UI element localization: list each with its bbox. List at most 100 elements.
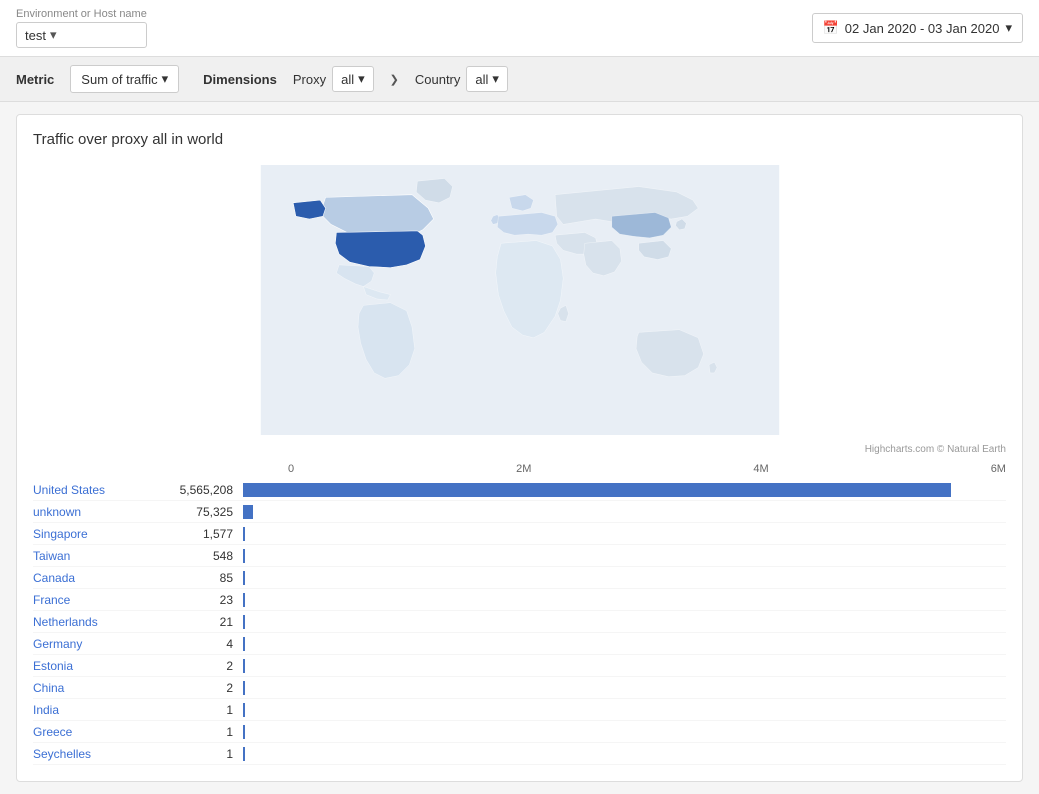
- country-link[interactable]: Germany: [33, 637, 153, 651]
- metric-label: Metric: [16, 72, 54, 87]
- bar-fill: [243, 703, 245, 717]
- country-link[interactable]: Taiwan: [33, 549, 153, 563]
- top-bar: Environment or Host name test ▾ 📅 02 Jan…: [0, 0, 1039, 57]
- bar-fill: [243, 571, 245, 585]
- chart-container: Traffic over proxy all in world: [16, 114, 1023, 782]
- table-row: Netherlands21: [33, 611, 1006, 633]
- table-row: Germany4: [33, 633, 1006, 655]
- country-link[interactable]: Estonia: [33, 659, 153, 673]
- traffic-value: 2: [153, 681, 243, 695]
- table-row: Singapore1,577: [33, 523, 1006, 545]
- chevron-down-icon: ▾: [50, 27, 57, 43]
- country-link[interactable]: Netherlands: [33, 615, 153, 629]
- date-range: 02 Jan 2020 - 03 Jan 2020: [845, 21, 1000, 36]
- bar-track: [243, 725, 1006, 739]
- axis-label-4m: 4M: [753, 463, 768, 475]
- table-row: India1: [33, 699, 1006, 721]
- chevron-right-icon: ❯: [390, 73, 399, 86]
- calendar-icon: 📅: [823, 20, 839, 36]
- toolbar: Metric Sum of traffic ▾ Dimensions Proxy…: [0, 57, 1039, 102]
- country-link[interactable]: Greece: [33, 725, 153, 739]
- traffic-value: 75,325: [153, 505, 243, 519]
- country-link[interactable]: France: [33, 593, 153, 607]
- env-section: Environment or Host name test ▾: [16, 8, 147, 48]
- traffic-value: 1: [153, 725, 243, 739]
- bar-track: [243, 659, 1006, 673]
- bar-fill: [243, 593, 245, 607]
- traffic-value: 1,577: [153, 527, 243, 541]
- bar-track: [243, 571, 1006, 585]
- traffic-value: 4: [153, 637, 243, 651]
- country-link[interactable]: Singapore: [33, 527, 153, 541]
- bar-track: [243, 703, 1006, 717]
- chart-title: Traffic over proxy all in world: [33, 131, 1006, 148]
- main-content: Traffic over proxy all in world: [0, 102, 1039, 794]
- table-row: unknown75,325: [33, 501, 1006, 523]
- traffic-value: 5,565,208: [153, 483, 243, 497]
- country-link[interactable]: United States: [33, 483, 153, 497]
- bar-fill: [243, 483, 951, 497]
- date-picker[interactable]: 📅 02 Jan 2020 - 03 Jan 2020 ▾: [812, 13, 1023, 43]
- traffic-value: 85: [153, 571, 243, 585]
- bar-track: [243, 637, 1006, 651]
- bar-fill: [243, 615, 245, 629]
- country-select[interactable]: all ▾: [466, 66, 508, 92]
- table-row: Canada85: [33, 567, 1006, 589]
- table-row: France23: [33, 589, 1006, 611]
- map-attribution: Highcharts.com © Natural Earth: [33, 444, 1006, 455]
- table-row: Estonia2: [33, 655, 1006, 677]
- bar-fill: [243, 681, 245, 695]
- chevron-down-icon: ▾: [1005, 20, 1012, 36]
- traffic-value: 548: [153, 549, 243, 563]
- bar-track: [243, 747, 1006, 761]
- country-link[interactable]: China: [33, 681, 153, 695]
- env-value: test: [25, 28, 46, 43]
- table-row: United States5,565,208: [33, 479, 1006, 501]
- table-row: Seychelles1: [33, 743, 1006, 765]
- world-map: [33, 160, 1006, 440]
- bar-fill: [243, 659, 245, 673]
- bar-fill: [243, 505, 253, 519]
- metric-value: Sum of traffic: [81, 72, 157, 87]
- bar-fill: [243, 527, 245, 541]
- bar-fill: [243, 637, 245, 651]
- traffic-value: 1: [153, 747, 243, 761]
- country-value: all: [475, 72, 488, 87]
- country-link[interactable]: Canada: [33, 571, 153, 585]
- table-row: Greece1: [33, 721, 1006, 743]
- table-row: Taiwan548: [33, 545, 1006, 567]
- bar-track: [243, 527, 1006, 541]
- chevron-down-icon: ▾: [162, 71, 169, 87]
- axis-label-0: 0: [288, 463, 294, 475]
- env-label: Environment or Host name: [16, 8, 147, 20]
- proxy-label: Proxy: [293, 72, 326, 87]
- chevron-down-icon: ▾: [492, 71, 499, 87]
- metric-select[interactable]: Sum of traffic ▾: [70, 65, 179, 93]
- country-link[interactable]: Seychelles: [33, 747, 153, 761]
- bar-track: [243, 505, 1006, 519]
- bar-fill: [243, 549, 245, 563]
- traffic-value: 21: [153, 615, 243, 629]
- bar-track: [243, 483, 1006, 497]
- table-row: China2: [33, 677, 1006, 699]
- country-link[interactable]: unknown: [33, 505, 153, 519]
- bar-track: [243, 549, 1006, 563]
- proxy-dimension: Proxy all ▾: [293, 66, 374, 92]
- bar-track: [243, 593, 1006, 607]
- chevron-down-icon: ▾: [358, 71, 365, 87]
- bar-track: [243, 615, 1006, 629]
- axis-labels: 0 2M 4M 6M: [288, 463, 1006, 475]
- traffic-value: 1: [153, 703, 243, 717]
- proxy-select[interactable]: all ▾: [332, 66, 374, 92]
- bar-chart: United States5,565,208unknown75,325Singa…: [33, 479, 1006, 765]
- axis-label-6m: 6M: [991, 463, 1006, 475]
- proxy-value: all: [341, 72, 354, 87]
- bar-fill: [243, 725, 245, 739]
- traffic-value: 23: [153, 593, 243, 607]
- traffic-value: 2: [153, 659, 243, 673]
- axis-label-2m: 2M: [516, 463, 531, 475]
- country-link[interactable]: India: [33, 703, 153, 717]
- bar-fill: [243, 747, 245, 761]
- country-label: Country: [415, 72, 461, 87]
- env-select[interactable]: test ▾: [16, 22, 147, 48]
